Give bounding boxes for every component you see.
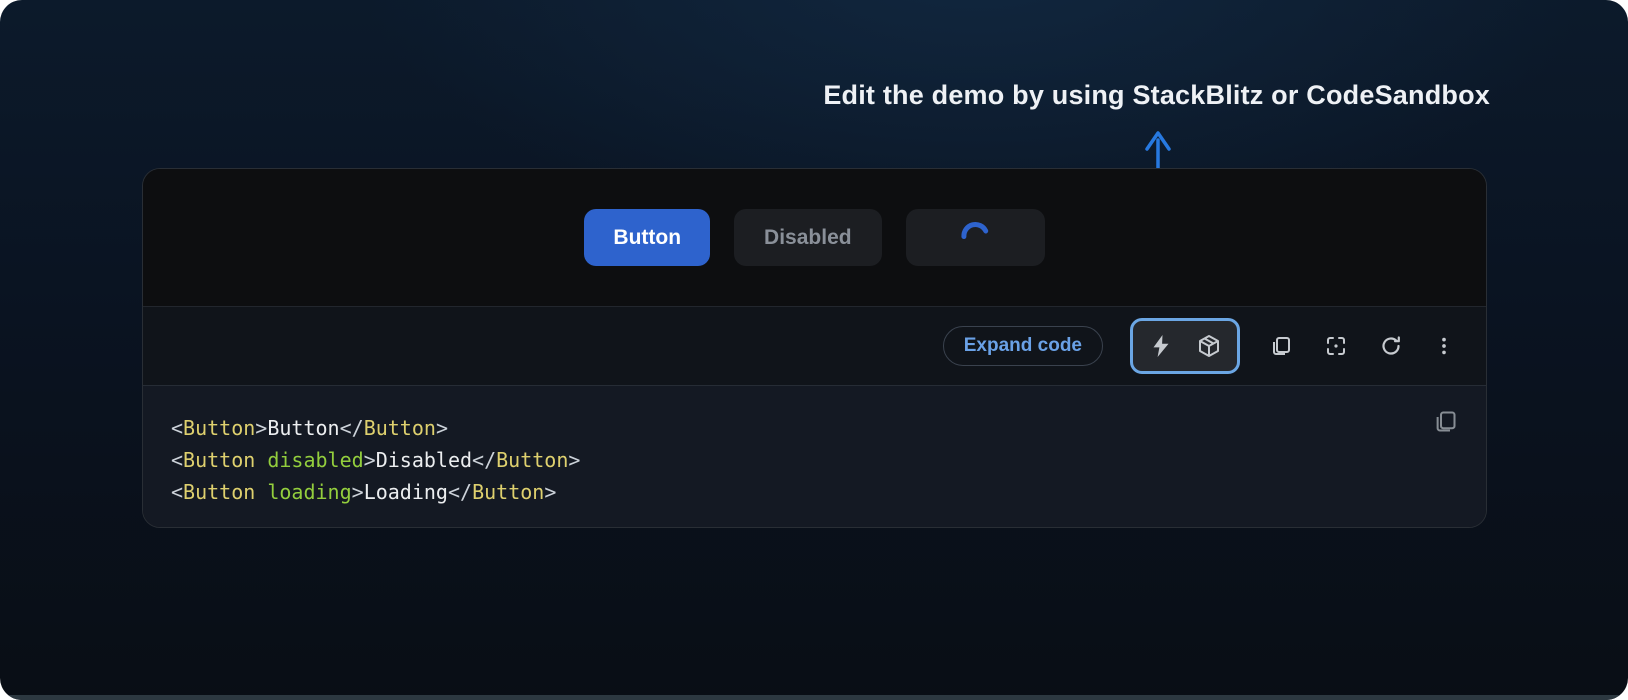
stackblitz-button[interactable] <box>1139 324 1183 368</box>
docs-page-panel: Edit the demo by using StackBlitz or Cod… <box>0 0 1628 700</box>
standalone-view-button[interactable] <box>1322 324 1350 368</box>
code-lines: <Button>Button</Button><Button disabled>… <box>171 412 1456 508</box>
demo-toolbar: Expand code <box>143 306 1486 385</box>
code-line: <Button loading>Loading</Button> <box>171 476 1456 508</box>
copy-demo-button[interactable] <box>1267 324 1295 368</box>
more-menu-icon <box>1432 334 1456 358</box>
primary-button[interactable]: Button <box>584 209 710 266</box>
codesandbox-button[interactable] <box>1187 324 1231 368</box>
stackblitz-icon <box>1149 334 1173 358</box>
more-options-button[interactable] <box>1432 324 1456 368</box>
code-line: <Button>Button</Button> <box>171 412 1456 444</box>
refresh-demo-button[interactable] <box>1377 324 1405 368</box>
focus-scan-icon <box>1324 334 1348 358</box>
edit-demo-highlight-box <box>1130 318 1240 374</box>
copy-code-button[interactable] <box>1430 408 1460 438</box>
copy-icon <box>1269 334 1293 358</box>
screenshot-canvas: Edit the demo by using StackBlitz or Cod… <box>0 0 1628 700</box>
loading-button[interactable] <box>906 209 1045 266</box>
codesandbox-icon <box>1197 334 1221 358</box>
demo-card: Button Disabled Expand code <box>142 168 1487 528</box>
copy-icon <box>1432 408 1459 438</box>
demo-preview-area: Button Disabled <box>143 169 1486 306</box>
annotation-heading: Edit the demo by using StackBlitz or Cod… <box>823 80 1490 111</box>
code-block: <Button>Button</Button><Button disabled>… <box>143 385 1486 527</box>
expand-code-button[interactable]: Expand code <box>943 326 1103 366</box>
code-line: <Button disabled>Disabled</Button> <box>171 444 1456 476</box>
refresh-icon <box>1379 334 1403 358</box>
disabled-button: Disabled <box>734 209 882 266</box>
loading-spinner-icon <box>955 215 995 261</box>
